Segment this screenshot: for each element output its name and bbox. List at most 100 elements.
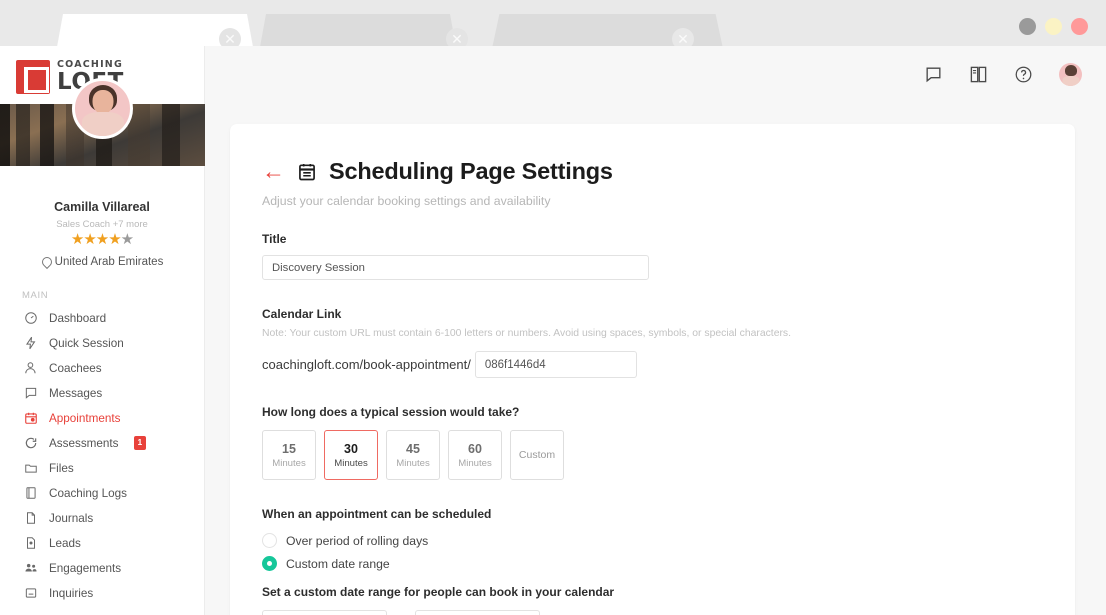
page-subtitle: Adjust your calendar booking settings an…: [262, 194, 551, 208]
bolt-icon: [24, 336, 38, 350]
calendar-clock-icon: [24, 411, 38, 425]
sidebar-item-messages[interactable]: Messages: [0, 381, 204, 406]
back-arrow-icon[interactable]: ←: [262, 160, 285, 183]
window-controls: [1019, 18, 1088, 35]
profile-location: United Arab Emirates: [10, 256, 194, 268]
profile-location-label: United Arab Emirates: [54, 255, 164, 268]
duration-value: 45: [406, 441, 420, 456]
sidebar-item-inquiries[interactable]: Inquiries: [0, 581, 204, 606]
date-from-input[interactable]: 01/04/2022: [262, 610, 387, 615]
sidebar-item-label: Coaching Logs: [49, 486, 127, 500]
calendar-slug-input[interactable]: 086f1446d4: [474, 351, 637, 378]
profile-rating: ★★★★★: [70, 231, 134, 248]
sidebar-item-appointments[interactable]: Appointments: [0, 406, 204, 431]
duration-option-45[interactable]: 45 Minutes: [386, 430, 440, 480]
location-pin-icon: [41, 257, 51, 267]
radio-label: Custom date range: [286, 556, 390, 571]
duration-option-60[interactable]: 60 Minutes: [448, 430, 502, 480]
topbar: [205, 46, 1106, 104]
sidebar-item-label: Coachees: [49, 361, 102, 375]
duration-option-30[interactable]: 30 Minutes: [324, 430, 378, 480]
profile-info: Camilla Villareal Sales Coach +7 more ★★…: [0, 166, 204, 268]
sidebar-item-label: Engagements: [49, 561, 122, 575]
radio-label: Over period of rolling days: [286, 533, 429, 548]
duration-unit: Minutes: [396, 457, 430, 469]
maximize-button[interactable]: [1045, 18, 1062, 35]
sidebar-item-coaching-logs[interactable]: Coaching Logs: [0, 481, 204, 506]
star-empty-icon: ★: [120, 231, 134, 248]
sidebar-item-quick-session[interactable]: Quick Session: [0, 331, 204, 356]
duration-unit: Minutes: [334, 457, 368, 469]
date-range-label: Set a custom date range for people can b…: [262, 585, 615, 599]
duration-value: Custom: [518, 449, 556, 461]
duration-value: 15: [282, 441, 296, 456]
page-icon: [24, 511, 38, 525]
page-header: ← Scheduling Page Settings: [262, 158, 1075, 185]
sidebar-nav: Dashboard Quick Session Coachees Message…: [0, 306, 204, 606]
people-icon: [24, 561, 38, 575]
calendar-link-prefix: coachingloft.com/book-appointment/: [262, 357, 471, 372]
radio-rolling-days[interactable]: Over period of rolling days: [262, 533, 1075, 548]
sidebar-section-label: MAIN: [22, 289, 49, 301]
sidebar-item-label: Appointments: [49, 411, 121, 425]
sidebar-item-files[interactable]: Files: [0, 456, 204, 481]
sidebar-item-label: Leads: [49, 536, 81, 550]
title-input[interactable]: Discovery Session: [262, 255, 649, 280]
topbar-avatar[interactable]: [1059, 63, 1082, 86]
duration-value: 60: [468, 441, 482, 456]
avatar-body: [81, 112, 124, 136]
chat-icon[interactable]: [924, 65, 943, 84]
radio-icon-selected: [262, 556, 277, 571]
sidebar-item-label: Inquiries: [49, 586, 94, 600]
sidebar-item-label: Dashboard: [49, 311, 107, 325]
scheduling-window-label: When an appointment can be scheduled: [262, 507, 492, 521]
minimize-button[interactable]: [1019, 18, 1036, 35]
topbar-icons: [924, 63, 1082, 86]
calendar-link-row: coachingloft.com/book-appointment/ 086f1…: [262, 351, 1075, 378]
lead-doc-icon: [24, 536, 38, 550]
settings-card: ← Scheduling Page Settings Adjust your c…: [230, 124, 1075, 615]
profile-name: Camilla Villareal: [54, 200, 150, 214]
library-icon[interactable]: [969, 65, 988, 84]
folder-icon: [24, 461, 38, 475]
duration-option-15[interactable]: 15 Minutes: [262, 430, 316, 480]
sidebar-item-journals[interactable]: Journals: [0, 506, 204, 531]
application-window: COACHING LOFT Camilla Villareal Sales Co…: [0, 46, 1106, 615]
sidebar-item-badge: 1: [133, 436, 147, 450]
date-until-input[interactable]: 01/18/2022: [414, 610, 540, 615]
duration-option-custom[interactable]: Custom: [510, 430, 564, 480]
logo-mark-icon: [16, 60, 50, 94]
sidebar: COACHING LOFT Camilla Villareal Sales Co…: [0, 46, 205, 615]
inquiry-icon: [24, 586, 38, 600]
date-range-row: 01/04/2022 to 01/18/2022: [262, 610, 1075, 615]
duration-value: 30: [344, 441, 358, 456]
refresh-icon: [24, 436, 38, 450]
sidebar-item-label: Quick Session: [49, 336, 124, 350]
duration-unit: Minutes: [458, 457, 492, 469]
sidebar-item-label: Files: [49, 461, 74, 475]
sidebar-item-label: Journals: [49, 511, 94, 525]
sidebar-item-label: Messages: [49, 386, 103, 400]
sidebar-item-engagements[interactable]: Engagements: [0, 556, 204, 581]
duration-options: 15 Minutes 30 Minutes 45 Minutes 60 Minu…: [262, 430, 1075, 480]
user-group-icon: [24, 361, 38, 375]
sidebar-item-dashboard[interactable]: Dashboard: [0, 306, 204, 331]
close-button[interactable]: [1071, 18, 1088, 35]
scheduling-radio-group: Over period of rolling days Custom date …: [262, 533, 1075, 571]
avatar-body: [1062, 76, 1079, 86]
sidebar-item-leads[interactable]: Leads: [0, 531, 204, 556]
calendar-link-note: Note: Your custom URL must contain 6-100…: [262, 328, 792, 339]
duration-label: How long does a typical session would ta…: [262, 405, 520, 419]
radio-icon: [262, 533, 277, 548]
avatar-hair: [1064, 65, 1077, 76]
book-icon: [24, 486, 38, 500]
sidebar-item-coachees[interactable]: Coachees: [0, 356, 204, 381]
chat-icon: [24, 386, 38, 400]
avatar-face: [92, 90, 113, 114]
sidebar-item-assessments[interactable]: Assessments 1: [0, 431, 204, 456]
help-icon[interactable]: [1014, 65, 1033, 84]
calendar-icon: [297, 161, 317, 183]
radio-custom-date-range[interactable]: Custom date range: [262, 556, 1075, 571]
title-field-label: Title: [262, 232, 287, 246]
profile-avatar[interactable]: [72, 78, 133, 139]
